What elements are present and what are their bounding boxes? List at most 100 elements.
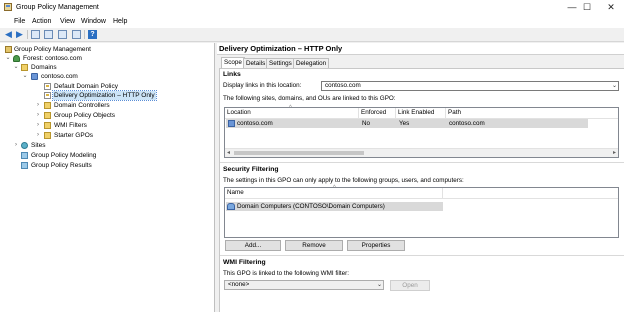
add-button[interactable]: Add...	[225, 240, 281, 251]
console-tree: Group Policy Management ⌄ Forest: contos…	[0, 43, 215, 312]
show-hide-tree-icon[interactable]	[44, 30, 53, 39]
tab-delegation[interactable]: Delegation	[293, 58, 330, 68]
tab-settings[interactable]: Settings	[266, 58, 295, 68]
close-button[interactable]: ✕	[596, 0, 624, 15]
folder-icon	[44, 102, 51, 109]
tree-item-label: Group Policy Results	[31, 162, 92, 169]
scroll-right-icon[interactable]: ▸	[613, 149, 616, 157]
toolbar-separator	[27, 30, 28, 39]
table-row[interactable]: Domain Computers (CONTOSO\Domain Compute…	[226, 202, 443, 211]
tree-item-label: Group Policy Management	[14, 46, 91, 53]
tree-item-label: Domains	[31, 64, 57, 71]
tree-item-label: Delivery Optimization – HTTP Only	[52, 90, 157, 101]
remove-button[interactable]: Remove	[285, 240, 343, 251]
chevron-right-icon[interactable]: ›	[35, 121, 41, 130]
links-section-title: Links	[223, 71, 241, 78]
details-header: Delivery Optimization – HTTP Only	[217, 43, 624, 55]
toolbar: ◀ ▶ ?	[0, 28, 624, 42]
links-list[interactable]: Location Enforced Link Enabled Path ^ co…	[224, 105, 619, 158]
section-divider	[220, 162, 624, 163]
gpo-link-icon	[44, 83, 51, 90]
scroll-thumb[interactable]	[234, 151, 364, 155]
chevron-down-icon[interactable]: ⌄	[5, 54, 11, 63]
folder-icon	[44, 112, 51, 119]
chevron-down-icon: ⌄	[376, 282, 382, 288]
security-filtering-title: Security Filtering	[223, 166, 279, 173]
table-row[interactable]: contoso.com No Yes contoso.com	[226, 119, 588, 128]
toolbar-separator	[84, 30, 85, 39]
menu-help[interactable]: Help	[113, 16, 127, 27]
properties-icon[interactable]	[72, 30, 81, 39]
forest-icon	[13, 55, 20, 62]
domain-icon	[31, 73, 38, 80]
tab-details[interactable]: Details	[243, 58, 269, 68]
tree-item-label: Group Policy Modeling	[31, 152, 97, 159]
cell-location: contoso.com	[237, 120, 273, 127]
folder-up-icon[interactable]	[31, 30, 40, 39]
chevron-right-icon[interactable]: ›	[35, 101, 41, 110]
menu-file[interactable]: File	[14, 16, 25, 27]
security-list-header: Name	[225, 188, 618, 199]
tree-item-label: contoso.com	[41, 73, 78, 80]
tree-item-label: Default Domain Policy	[54, 83, 118, 90]
cell-enforced: No	[362, 120, 371, 127]
results-icon	[21, 162, 28, 169]
tree-item-label: WMI Filters	[54, 122, 87, 129]
chevron-down-icon[interactable]: ⌄	[13, 63, 19, 72]
column-location[interactable]: Location	[225, 108, 359, 118]
wmi-filtering-title: WMI Filtering	[223, 259, 266, 266]
scope-panel: Links Display links in this location: co…	[219, 68, 624, 312]
gpo-link-icon	[44, 92, 51, 99]
title-bar: Group Policy Management — ☐ ✕	[0, 0, 624, 15]
menu-view[interactable]: View	[60, 16, 75, 27]
chevron-right-icon[interactable]: ›	[35, 111, 41, 120]
column-path[interactable]: Path	[446, 108, 620, 118]
cell-link-enabled: Yes	[399, 120, 410, 127]
security-filtering-description: The settings in this GPO can only apply …	[223, 177, 464, 184]
tree-item-label: Starter GPOs	[54, 132, 94, 139]
links-horizontal-scrollbar[interactable]: ◂ ▸	[225, 148, 618, 157]
security-group-icon	[227, 203, 235, 210]
open-button[interactable]: Open	[390, 280, 430, 291]
help-icon[interactable]: ?	[88, 30, 97, 39]
wmi-filter-combo[interactable]: <none> ⌄	[224, 280, 384, 290]
column-enforced[interactable]: Enforced	[359, 108, 396, 118]
display-links-value: contoso.com	[325, 82, 361, 89]
gpm-icon	[5, 46, 12, 53]
display-links-combo[interactable]: contoso.com ⌄	[321, 81, 619, 91]
folder-icon	[21, 64, 28, 71]
details-pane: Delivery Optimization – HTTP Only Scope …	[217, 43, 624, 312]
folder-icon	[44, 132, 51, 139]
links-list-header: Location Enforced Link Enabled Path	[225, 108, 618, 119]
sort-caret-icon: ^	[333, 185, 336, 191]
menu-window[interactable]: Window	[81, 16, 106, 27]
cell-path: contoso.com	[449, 120, 485, 127]
tree-item-label: Forest: contoso.com	[23, 55, 82, 62]
properties-button[interactable]: Properties	[347, 240, 405, 251]
sort-caret-icon: ^	[289, 105, 292, 111]
menu-action[interactable]: Action	[32, 16, 51, 27]
tree-item-label: Domain Controllers	[54, 102, 110, 109]
chevron-down-icon[interactable]: ⌄	[22, 72, 28, 81]
chevron-right-icon[interactable]: ›	[13, 141, 19, 150]
tree-item-label: Group Policy Objects	[54, 112, 116, 119]
menu-bar: File Action View Window Help	[0, 15, 624, 28]
wmi-filtering-description: This GPO is linked to the following WMI …	[223, 270, 349, 277]
tree-item-label: Sites	[31, 142, 46, 149]
wmi-filter-value: <none>	[228, 281, 250, 288]
window-title: Group Policy Management	[16, 4, 99, 11]
back-arrow-icon[interactable]: ◀	[4, 30, 13, 39]
tab-scope[interactable]: Scope	[221, 57, 245, 68]
forward-arrow-icon[interactable]: ▶	[15, 30, 24, 39]
domain-icon	[228, 120, 235, 127]
security-filtering-list[interactable]: Name ^ Domain Computers (CONTOSO\Domain …	[224, 185, 619, 238]
column-link-enabled[interactable]: Link Enabled	[396, 108, 446, 118]
scroll-left-icon[interactable]: ◂	[227, 149, 230, 157]
chevron-down-icon: ⌄	[611, 83, 617, 89]
section-divider	[220, 255, 624, 256]
links-description: The following sites, domains, and OUs ar…	[223, 95, 396, 102]
gpm-app-icon	[4, 3, 12, 11]
folder-icon	[44, 122, 51, 129]
chevron-right-icon[interactable]: ›	[35, 131, 41, 140]
refresh-icon[interactable]	[58, 30, 67, 39]
